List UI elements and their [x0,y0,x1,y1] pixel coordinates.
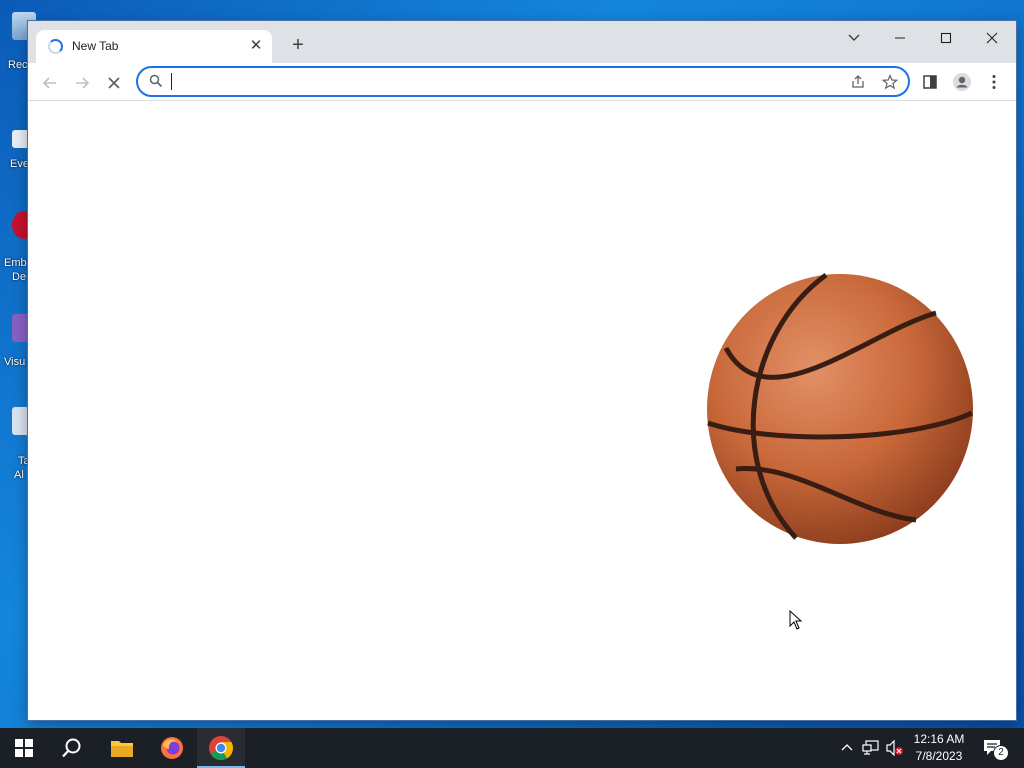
loading-spinner-icon [48,39,63,54]
desktop-icon-embarcadero[interactable]: Emb De [0,205,36,295]
search-icon [149,74,163,88]
share-button[interactable] [848,72,868,92]
browser-toolbar [28,63,1016,101]
search-icon [62,738,81,758]
desktop-icon-label: Rec [8,59,28,71]
profile-button[interactable] [949,69,975,95]
network-button[interactable] [860,728,882,768]
star-icon [881,73,899,90]
chrome-icon [209,736,233,761]
back-arrow-icon [42,76,56,89]
clock-date: 7/8/2023 [915,749,963,763]
desktop-icon-label: Eve [10,158,29,170]
volume-muted-icon [886,740,903,756]
windows-logo-icon [15,739,33,757]
share-icon [852,75,864,88]
text-caret [171,73,172,90]
close-window-button[interactable] [969,23,1015,51]
forward-button[interactable] [69,69,95,95]
clock-time: 12:16 AM [913,732,965,746]
side-panel-button[interactable] [917,69,943,95]
chrome-button[interactable] [197,728,245,768]
chevron-down-icon [848,34,860,42]
desktop-icon-label-line2: Al [14,469,24,481]
minimize-button[interactable] [877,23,923,51]
back-button[interactable] [37,69,63,95]
close-icon [986,32,998,44]
firefox-button[interactable] [148,728,196,768]
system-clock[interactable]: 12:16 AM 7/8/2023 [906,731,972,765]
desktop-icon-recycle-bin[interactable]: Rec [0,8,36,88]
tab-strip: New Tab ✕ + [28,21,1016,63]
notification-badge: 2 [993,745,1009,761]
desktop-icon-label: Visu [4,356,26,368]
tab-new-tab[interactable]: New Tab ✕ [36,30,272,63]
new-tab-button[interactable]: + [286,33,310,57]
mouse-cursor-icon [789,610,803,630]
desktop-icon-task[interactable]: Ta Al [0,405,36,490]
folder-icon [111,741,133,757]
side-panel-icon [923,75,937,89]
desktop-icon-label-line2: De [12,271,27,283]
volume-button[interactable] [884,728,906,768]
desktop-icon-visual-studio[interactable]: Visu [0,310,36,390]
profile-icon [953,72,971,91]
chevron-up-icon [841,744,853,751]
stop-icon [108,76,120,89]
stop-loading-button[interactable] [101,69,127,95]
taskbar: 12:16 AM 7/8/2023 2 [0,728,1024,768]
menu-button[interactable] [981,69,1007,95]
tab-title: New Tab [72,39,119,53]
minimize-icon [895,37,905,39]
basketball-image [707,273,974,544]
tab-search-button[interactable] [831,23,877,51]
firefox-icon [161,737,183,759]
desktop-icon-label: Emb [4,257,27,269]
search-button[interactable] [48,728,96,768]
maximize-icon [940,33,952,44]
bookmark-button[interactable] [880,72,900,92]
network-icon [862,740,879,755]
action-center-button[interactable]: 2 [978,728,1018,768]
address-input[interactable] [170,71,814,93]
forward-arrow-icon [76,76,90,89]
show-hidden-icons-button[interactable] [838,728,856,768]
notification-count: 2 [998,747,1004,758]
file-explorer-button[interactable] [98,728,146,768]
start-button[interactable] [0,728,48,768]
page-content [28,101,1016,720]
more-vertical-icon [992,74,996,89]
desktop-icon-event[interactable]: Eve [0,108,36,188]
address-bar[interactable] [136,66,910,97]
maximize-button[interactable] [923,23,969,51]
browser-window: New Tab ✕ + [28,21,1016,720]
tab-close-button[interactable]: ✕ [246,36,266,56]
